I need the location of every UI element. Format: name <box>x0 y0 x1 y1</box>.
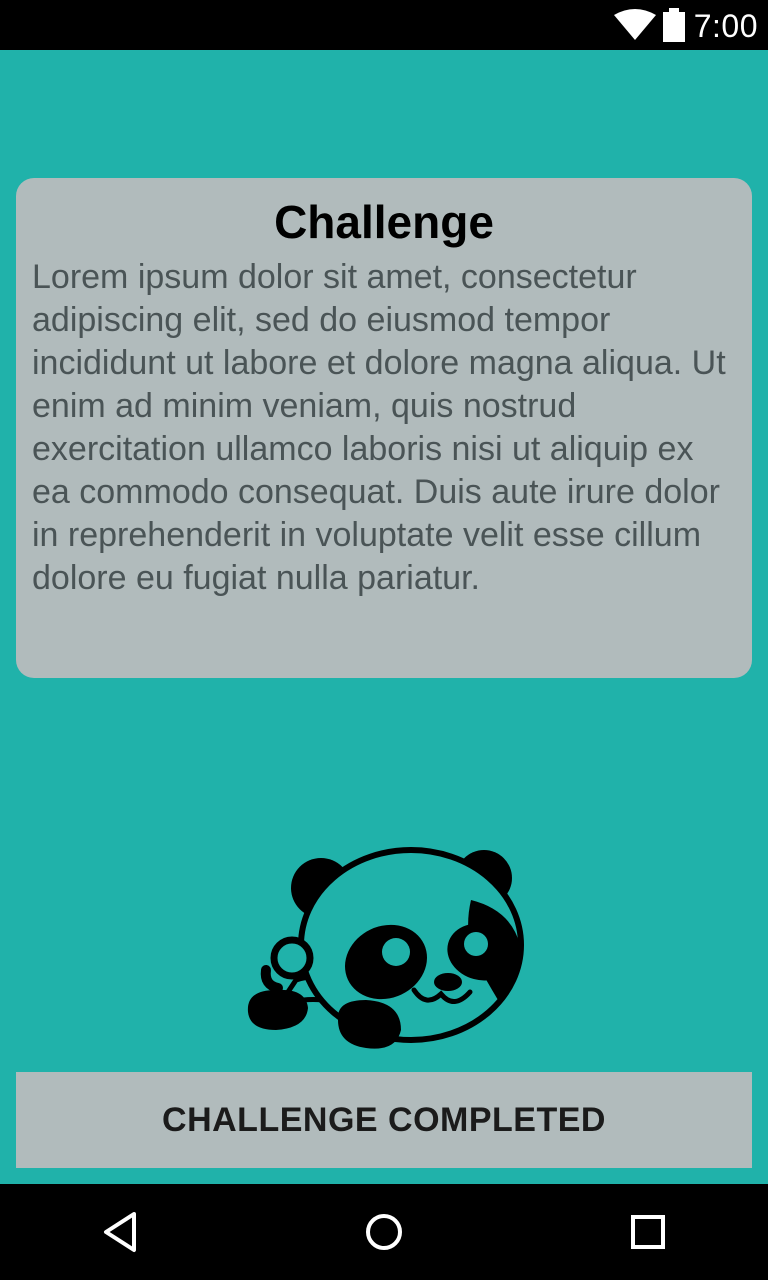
challenge-screen: Challenge Lorem ipsum dolor sit amet, co… <box>0 50 768 1184</box>
navigation-bar <box>0 1184 768 1280</box>
challenge-card: Challenge Lorem ipsum dolor sit amet, co… <box>16 178 752 678</box>
back-icon[interactable] <box>96 1208 144 1256</box>
status-bar: 7:00 <box>0 0 768 50</box>
status-time: 7:00 <box>693 8 758 44</box>
panda-icon <box>247 847 524 1049</box>
challenge-completed-button[interactable]: CHALLENGE COMPLETED <box>16 1072 752 1168</box>
challenge-description: Lorem ipsum dolor sit amet, consectetur … <box>32 258 726 597</box>
challenge-title: Challenge <box>274 196 494 248</box>
home-icon[interactable] <box>360 1208 408 1256</box>
wifi-icon <box>614 9 656 40</box>
battery-icon <box>663 8 685 42</box>
recent-apps-icon[interactable] <box>624 1208 672 1256</box>
